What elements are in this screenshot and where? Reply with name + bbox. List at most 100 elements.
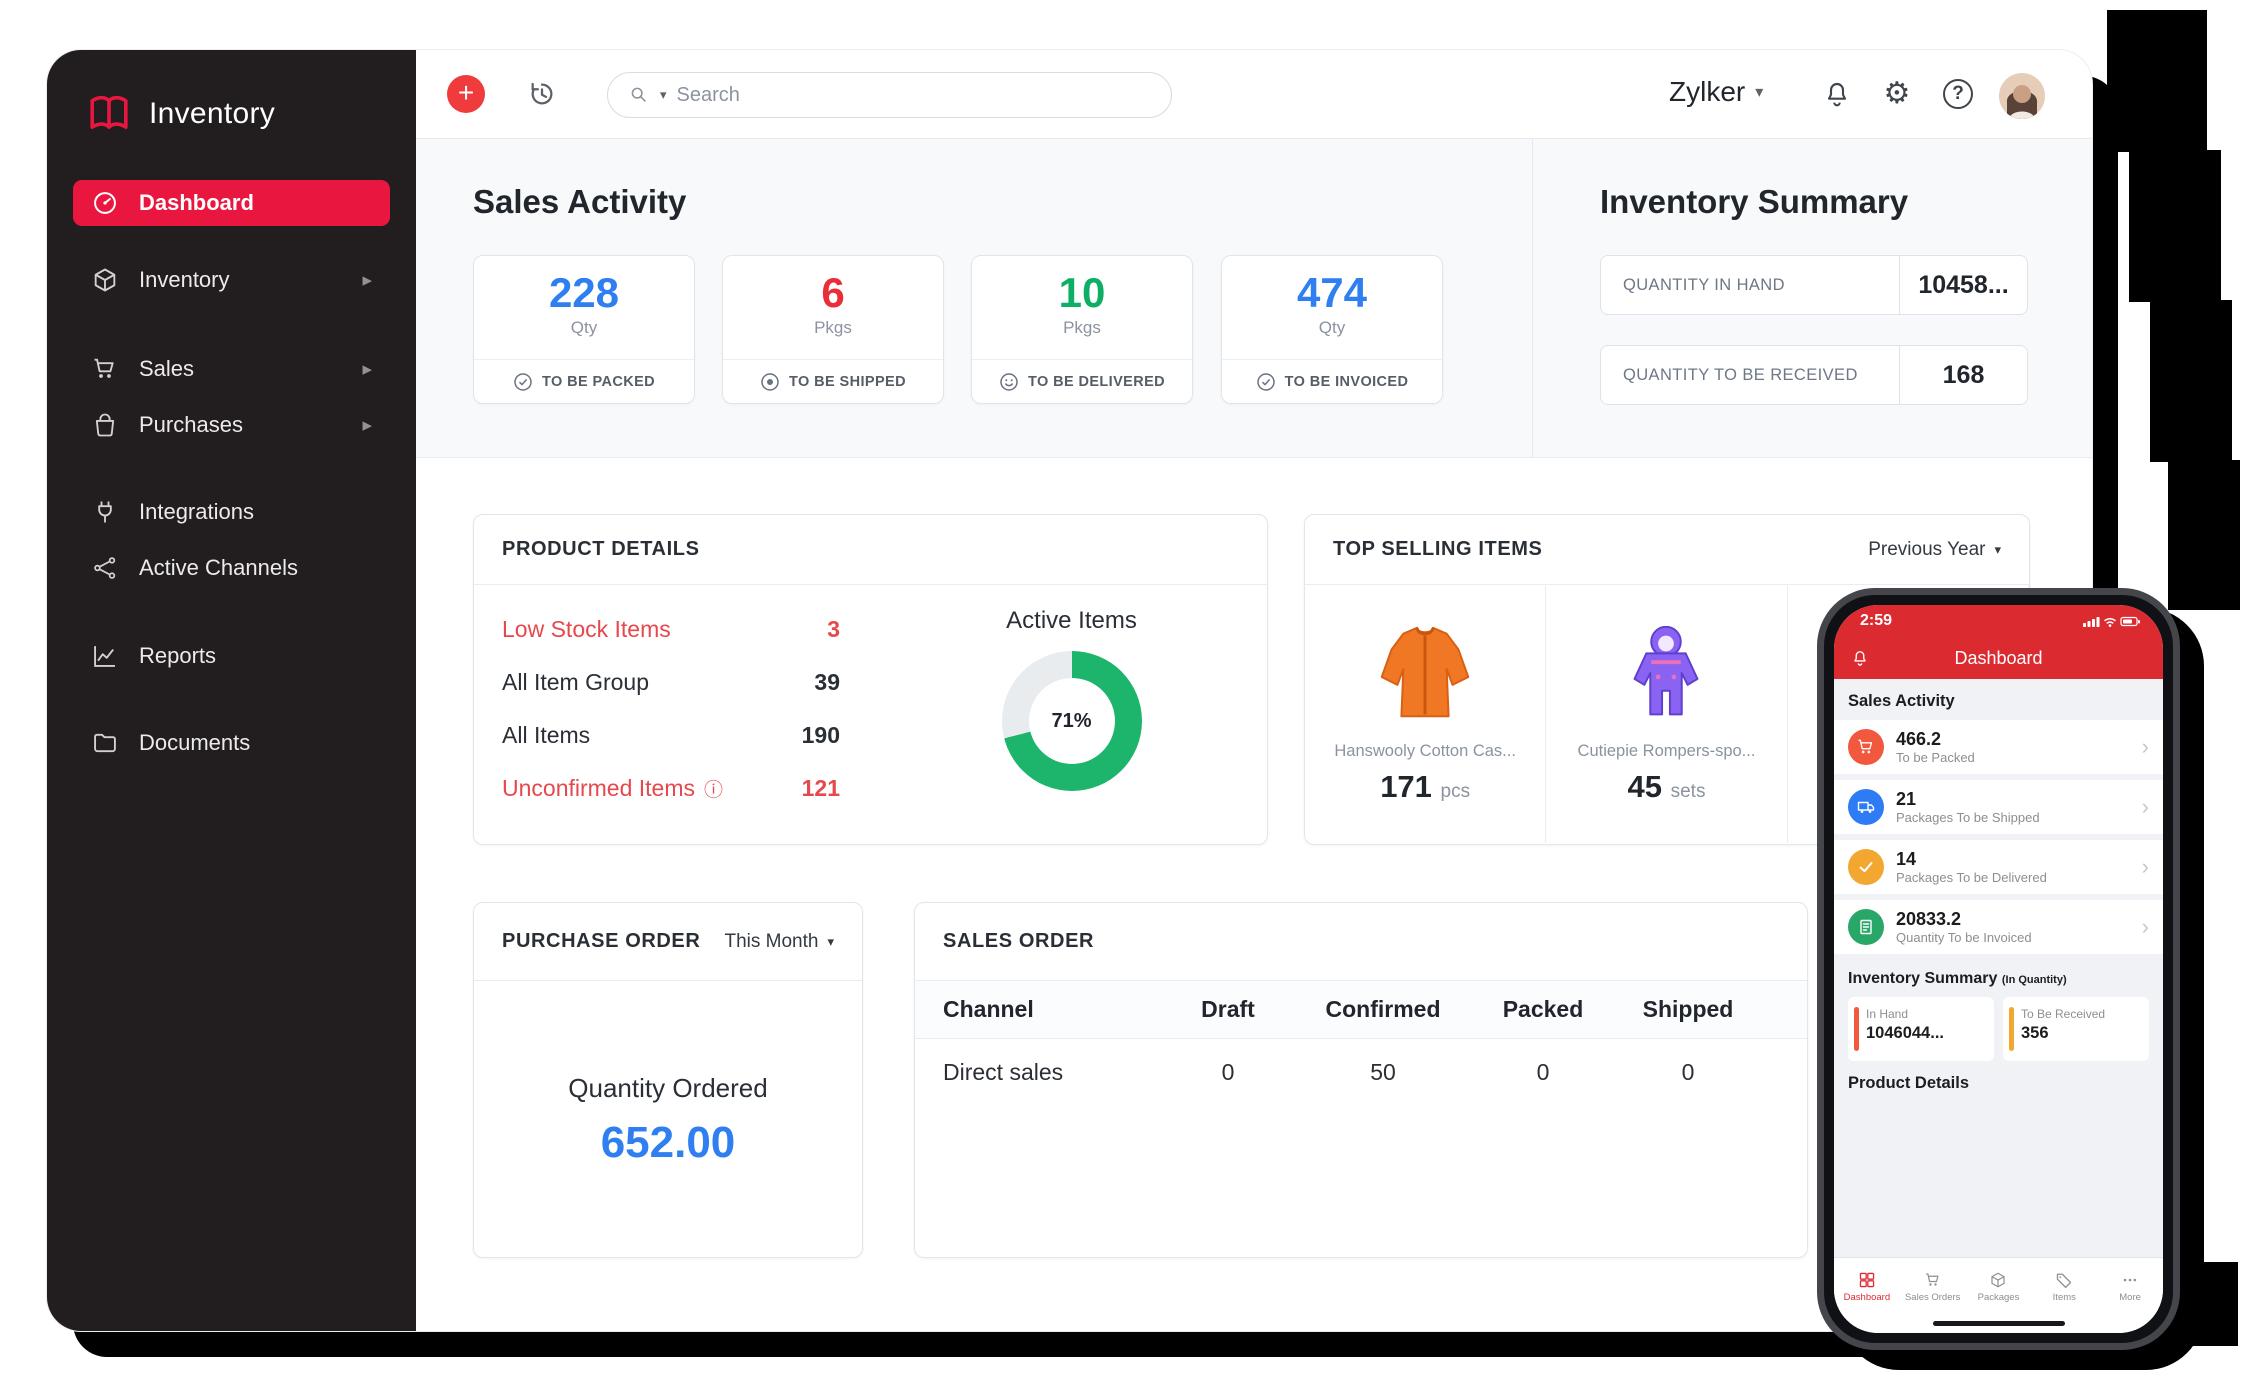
sidebar-item-integrations[interactable]: Integrations <box>73 489 390 535</box>
sidebar-item-purchases[interactable]: Purchases ▸ <box>73 402 390 448</box>
card-value: 356 <box>2021 1024 2139 1043</box>
card-title: SALES ORDER <box>943 930 1094 953</box>
row-label: Quantity To be Invoiced <box>1896 930 2032 945</box>
metric-label: TO BE SHIPPED <box>789 374 906 390</box>
sidebar-item-active-channels[interactable]: Active Channels <box>73 545 390 591</box>
metric-unit: Qty <box>474 318 694 338</box>
column-header: Shipped <box>1613 996 1763 1023</box>
all-item-group-row[interactable]: All Item Group 39 <box>502 656 840 709</box>
summary-value: 168 <box>1899 346 2027 404</box>
row-value: 20833.2 <box>1896 909 2032 931</box>
column-header: Confirmed <box>1293 996 1473 1023</box>
row-value: 190 <box>802 722 840 749</box>
check-circle-icon <box>1256 372 1276 392</box>
quantity-in-hand-row: QUANTITY IN HAND 10458... <box>1600 255 2028 315</box>
to-be-invoiced-card[interactable]: 474 Qty TO BE INVOICED <box>1221 255 1443 404</box>
to-be-shipped-card[interactable]: 6 Pkgs TO BE SHIPPED <box>722 255 944 404</box>
product-unit: sets <box>1671 781 1706 802</box>
phone-product-details-title: Product Details <box>1834 1061 2163 1102</box>
chevron-right-icon: › <box>2142 734 2149 760</box>
to-be-received-card[interactable]: To Be Received 356 <box>2003 997 2149 1061</box>
sidebar-item-label: Documents <box>139 730 250 756</box>
settings-gear-icon[interactable]: ⚙ <box>1881 78 1913 110</box>
search-input[interactable] <box>677 84 1151 107</box>
org-switcher[interactable]: Zylker ▾ <box>1669 76 1763 108</box>
help-icon[interactable]: ? <box>1943 79 1973 109</box>
summary-label: QUANTITY IN HAND <box>1601 276 1899 295</box>
phone-header-title: Dashboard <box>1954 648 2042 669</box>
card-value: 1046044... <box>1866 1024 1984 1043</box>
sidebar-item-inventory[interactable]: Inventory ▸ <box>73 257 390 303</box>
phone-to-be-shipped-row[interactable]: 21 Packages To be Shipped › <box>1834 780 2163 834</box>
chart-line-icon <box>91 642 119 670</box>
low-stock-items-row[interactable]: Low Stock Items 3 <box>502 603 840 656</box>
unconfirmed-items-row[interactable]: Unconfirmed Itemsⓘ 121 <box>502 762 840 815</box>
user-avatar[interactable] <box>1999 73 2045 119</box>
notifications-bell-icon[interactable] <box>1821 78 1853 110</box>
sidebar-item-reports[interactable]: Reports <box>73 633 390 679</box>
active-items-donut: 71% <box>1002 651 1142 791</box>
product-details-card: PRODUCT DETAILS Low Stock Items 3 All It… <box>473 514 1268 845</box>
status-icons <box>2083 614 2141 628</box>
sidebar-item-dashboard[interactable]: Dashboard <box>73 180 390 226</box>
plug-icon <box>91 498 119 526</box>
top-selling-item[interactable]: Cutiepie Rompers-spo... 45 sets <box>1546 586 1787 843</box>
to-be-delivered-card[interactable]: 10 Pkgs TO BE DELIVERED <box>971 255 1193 404</box>
accent-bar <box>2009 1007 2014 1051</box>
quantity-ordered-label: Quantity Ordered <box>474 1073 862 1104</box>
table-row[interactable]: Direct sales 0 50 0 0 <box>915 1039 1807 1105</box>
tab-dashboard[interactable]: Dashboard <box>1834 1258 1900 1315</box>
metric-label: TO BE PACKED <box>542 374 655 390</box>
to-be-packed-card[interactable]: 228 Qty TO BE PACKED <box>473 255 695 404</box>
search-bar[interactable]: ▾ <box>607 72 1172 118</box>
quick-create-button[interactable]: + <box>447 75 485 113</box>
quantity-ordered-value: 652.00 <box>474 1118 862 1168</box>
cart-icon <box>1848 729 1884 765</box>
search-scope-caret-icon[interactable]: ▾ <box>660 87 667 103</box>
sidebar-item-documents[interactable]: Documents <box>73 720 390 766</box>
pixel-shadow <box>2129 150 2221 302</box>
metric-value: 10 <box>972 269 1192 317</box>
tab-sales-orders[interactable]: Sales Orders <box>1900 1258 1966 1315</box>
phone-to-be-packed-row[interactable]: 466.2 To be Packed › <box>1834 720 2163 774</box>
sales-activity-title: Sales Activity <box>473 183 686 221</box>
all-items-row[interactable]: All Items 190 <box>502 709 840 762</box>
check-icon <box>1848 849 1884 885</box>
bell-icon[interactable] <box>1850 648 1870 668</box>
metric-unit: Qty <box>1222 318 1442 338</box>
period-filter[interactable]: This Month ▾ <box>724 931 834 953</box>
history-icon[interactable] <box>526 78 558 110</box>
row-value: 3 <box>827 616 840 643</box>
metric-unit: Pkgs <box>723 318 943 338</box>
package-icon <box>1989 1271 2007 1289</box>
tab-packages[interactable]: Packages <box>1966 1258 2032 1315</box>
in-hand-card[interactable]: In Hand 1046044... <box>1848 997 1994 1061</box>
bag-icon <box>91 411 119 439</box>
product-name: Cutiepie Rompers-spo... <box>1578 742 1756 761</box>
divider <box>1532 139 1533 458</box>
period-filter[interactable]: Previous Year ▾ <box>1868 539 2001 561</box>
purchase-order-card: PURCHASE ORDER This Month ▾ Quantity Ord… <box>473 902 863 1258</box>
row-value: 14 <box>1896 849 2047 871</box>
sidebar-item-label: Active Channels <box>139 555 298 581</box>
card-title: PRODUCT DETAILS <box>502 538 700 561</box>
column-header: Channel <box>943 996 1163 1023</box>
chevron-down-icon: ▾ <box>827 934 834 950</box>
phone-to-be-invoiced-row[interactable]: 20833.2 Quantity To be Invoiced › <box>1834 900 2163 954</box>
cell-draft: 0 <box>1163 1059 1293 1086</box>
summary-label: QUANTITY TO BE RECEIVED <box>1601 366 1899 385</box>
phone-screen: 2:59 Dashboard Sales Activity 466.2 <box>1834 605 2163 1333</box>
tab-items[interactable]: Items <box>2031 1258 2097 1315</box>
sidebar-item-label: Purchases <box>139 412 243 438</box>
share-nodes-icon <box>91 554 119 582</box>
sidebar-item-sales[interactable]: Sales ▸ <box>73 346 390 392</box>
tab-label: Packages <box>1978 1292 2020 1303</box>
tab-more[interactable]: More <box>2097 1258 2163 1315</box>
top-selling-item[interactable]: Hanswooly Cotton Cas... 171 pcs <box>1305 586 1546 843</box>
cell-channel: Direct sales <box>943 1059 1163 1086</box>
filter-label: Previous Year <box>1868 539 1985 561</box>
active-items-block: Active Items 71% <box>904 607 1239 791</box>
card-label: To Be Received <box>2021 1007 2139 1021</box>
metric-unit: Pkgs <box>972 318 1192 338</box>
phone-to-be-delivered-row[interactable]: 14 Packages To be Delivered › <box>1834 840 2163 894</box>
